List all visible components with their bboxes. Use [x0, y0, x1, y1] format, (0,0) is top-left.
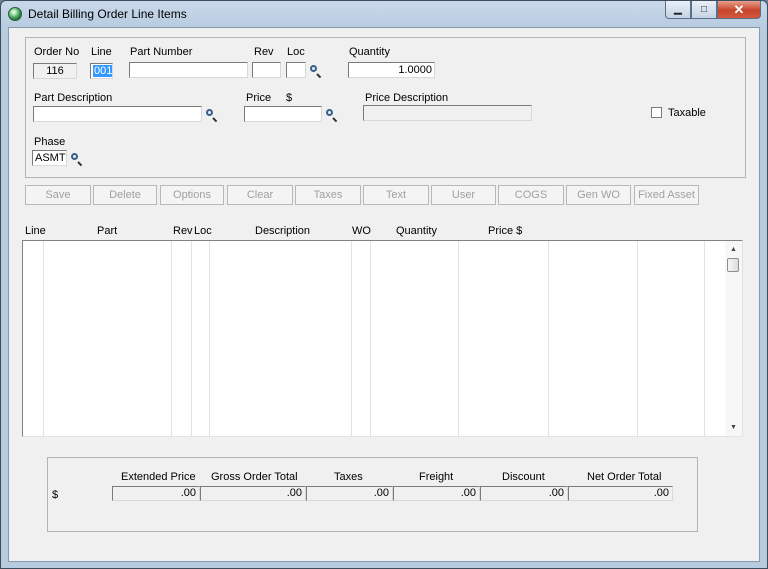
phase-lookup-icon[interactable]: [71, 153, 83, 167]
gross-order-total-value: .00: [200, 486, 306, 501]
col-header-description[interactable]: Description: [255, 225, 310, 237]
line-items-grid[interactable]: ▲ ▼: [22, 240, 743, 437]
discount-label: Discount: [502, 471, 545, 483]
grid-column-divider: [171, 241, 172, 436]
price-description-label: Price Description: [365, 92, 449, 104]
text-button[interactable]: Text: [363, 185, 429, 205]
order-no-label: Order No: [34, 46, 80, 58]
rev-label: Rev: [254, 46, 274, 58]
col-header-part[interactable]: Part: [97, 225, 117, 237]
line-field[interactable]: 001: [90, 63, 113, 79]
scroll-down-arrow-icon[interactable]: ▼: [725, 419, 742, 436]
part-number-field[interactable]: [129, 62, 248, 78]
grid-column-divider: [351, 241, 352, 436]
extended-price-label: Extended Price: [121, 471, 196, 483]
grid-column-divider: [43, 241, 44, 436]
title-bar[interactable]: Detail Billing Order Line Items ▁ □ ✕: [1, 1, 767, 27]
taxable-checkbox[interactable]: [651, 107, 662, 118]
quantity-field[interactable]: 1.0000: [348, 62, 435, 78]
price-lookup-icon[interactable]: [326, 109, 338, 123]
grid-column-divider: [191, 241, 192, 436]
net-order-total-label: Net Order Total: [587, 471, 662, 483]
app-globe-icon[interactable]: [8, 7, 22, 21]
scrollbar-thumb[interactable]: [727, 258, 739, 272]
gross-order-total-label: Gross Order Total: [211, 471, 298, 483]
totals-currency-label: $: [52, 489, 59, 501]
clear-button[interactable]: Clear: [227, 185, 293, 205]
col-header-quantity[interactable]: Quantity: [396, 225, 437, 237]
net-order-total-value: .00: [568, 486, 673, 501]
phase-field[interactable]: ASMT: [32, 150, 67, 166]
options-button[interactable]: Options: [160, 185, 224, 205]
cogs-button[interactable]: COGS: [498, 185, 564, 205]
maximize-button[interactable]: □: [691, 1, 717, 19]
taxes-total-value: .00: [306, 486, 393, 501]
col-header-rev[interactable]: Rev: [173, 225, 193, 237]
loc-field[interactable]: [286, 62, 306, 78]
part-description-label: Part Description: [34, 92, 113, 104]
phase-label: Phase: [34, 136, 66, 148]
fixed-asset-button[interactable]: Fixed Asset: [634, 185, 699, 205]
loc-label: Loc: [287, 46, 305, 58]
col-header-wo[interactable]: WO: [352, 225, 371, 237]
billing-window: Detail Billing Order Line Items ▁ □ ✕ Or…: [0, 0, 768, 569]
grid-column-divider: [704, 241, 705, 436]
delete-button[interactable]: Delete: [93, 185, 157, 205]
save-button[interactable]: Save: [25, 185, 91, 205]
caption-buttons: ▁ □ ✕: [665, 1, 761, 20]
loc-lookup-icon[interactable]: [310, 65, 322, 79]
taxable-label[interactable]: Taxable: [668, 107, 706, 119]
grid-column-divider: [548, 241, 549, 436]
grid-column-divider: [209, 241, 210, 436]
gen-wo-button[interactable]: Gen WO: [566, 185, 631, 205]
close-button[interactable]: ✕: [717, 1, 761, 19]
line-label: Line: [91, 46, 112, 58]
scroll-up-arrow-icon[interactable]: ▲: [725, 241, 742, 258]
part-description-field[interactable]: [33, 106, 202, 122]
quantity-label: Quantity: [349, 46, 390, 58]
client-area: Order No 116 Line 001 Part Number Rev Lo…: [8, 27, 760, 562]
grid-column-divider: [370, 241, 371, 436]
part-number-label: Part Number: [130, 46, 193, 58]
extended-price-value: .00: [112, 486, 200, 501]
part-description-lookup-icon[interactable]: [206, 109, 218, 123]
minimize-button[interactable]: ▁: [665, 1, 691, 19]
grid-vertical-scrollbar[interactable]: ▲ ▼: [725, 241, 742, 436]
user-button[interactable]: User: [431, 185, 496, 205]
col-header-price[interactable]: Price $: [488, 225, 522, 237]
discount-value: .00: [480, 486, 568, 501]
freight-value: .00: [393, 486, 480, 501]
grid-column-divider: [637, 241, 638, 436]
line-value: 001: [93, 65, 113, 77]
window-title: Detail Billing Order Line Items: [28, 7, 187, 21]
price-field[interactable]: [244, 106, 322, 122]
col-header-line[interactable]: Line: [25, 225, 46, 237]
order-no-field[interactable]: 116: [33, 63, 77, 79]
price-currency-label: $: [286, 92, 293, 104]
col-header-loc[interactable]: Loc: [194, 225, 212, 237]
price-label: Price: [246, 92, 272, 104]
taxes-button[interactable]: Taxes: [295, 185, 361, 205]
rev-field[interactable]: [252, 62, 281, 78]
taxes-total-label: Taxes: [334, 471, 363, 483]
grid-column-divider: [458, 241, 459, 436]
price-description-field: [363, 105, 532, 121]
freight-label: Freight: [419, 471, 454, 483]
